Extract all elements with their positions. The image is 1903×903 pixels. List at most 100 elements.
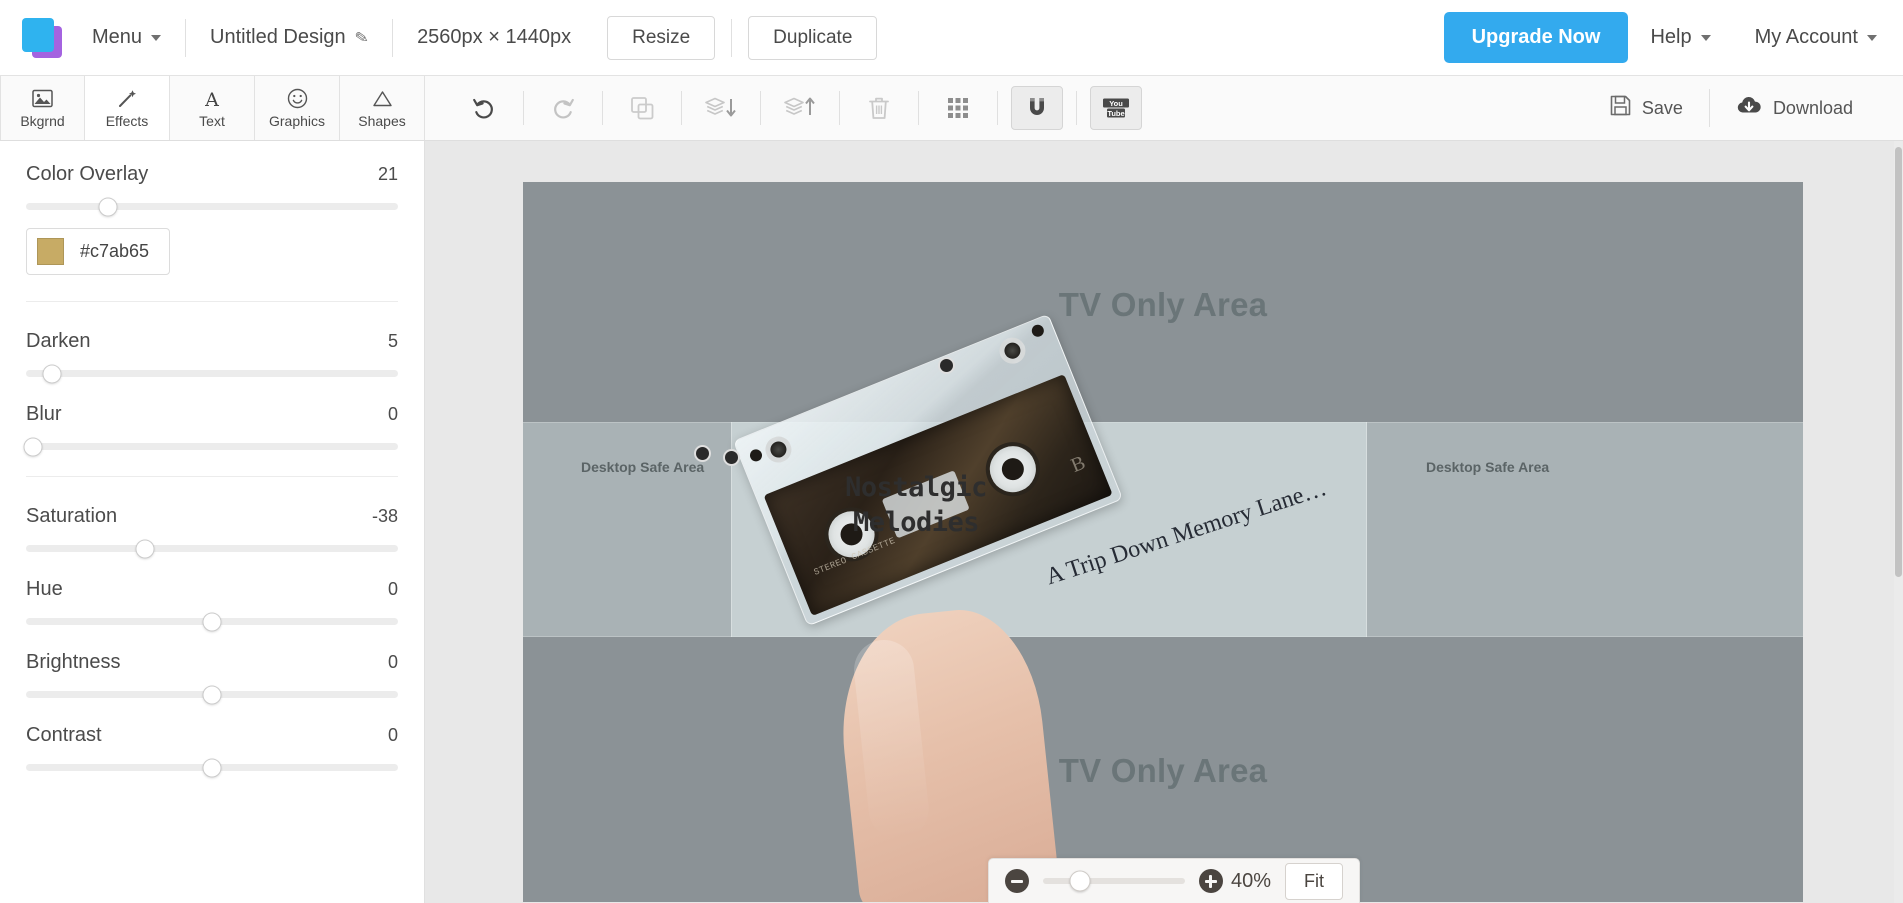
design-heading-line2: Melodies (852, 506, 980, 538)
floppy-disk-icon (1610, 95, 1631, 121)
divider (523, 91, 524, 125)
svg-text:Tube: Tube (1107, 109, 1124, 118)
selection-handle-top-right[interactable] (938, 357, 955, 374)
control-header: Color Overlay 21 (26, 163, 398, 186)
slider-knob[interactable] (202, 758, 222, 777)
slider-control-hue: Hue 0 (26, 578, 398, 631)
slider-knob[interactable] (98, 197, 118, 216)
desktop-safe-area-label-right: Desktop Safe Area (1426, 459, 1550, 475)
magnet-snap-button[interactable] (1011, 86, 1063, 130)
slider-knob[interactable] (23, 437, 43, 456)
panel-divider (26, 301, 398, 302)
tab-label: Shapes (358, 112, 406, 129)
tv-only-area-label-bottom: TV Only Area (1058, 752, 1268, 789)
control-label: Brightness (26, 651, 121, 673)
control-header: Darken 5 (26, 330, 398, 353)
slider-knob[interactable] (202, 685, 222, 704)
tool-group: You Tube (449, 76, 1151, 140)
tab-effects[interactable]: Effects (85, 76, 170, 140)
save-button[interactable]: Save (1586, 95, 1707, 121)
tab-bkgrnd[interactable]: Bkgrnd (0, 76, 85, 140)
canvas-workspace[interactable]: TV Only Area Desktop Safe Area Desktop S… (425, 141, 1903, 903)
cassette-side-letter: B (1067, 451, 1089, 478)
help-button[interactable]: Help (1628, 0, 1732, 76)
color-swatch-field[interactable]: #c7ab65 (26, 228, 171, 275)
magic-wand-icon (117, 88, 138, 110)
duplicate-button[interactable]: Duplicate (748, 15, 878, 60)
panel-divider (26, 476, 398, 477)
divider (997, 91, 998, 125)
design-title-button[interactable]: Untitled Design ✎ (188, 0, 390, 76)
tab-shapes[interactable]: Shapes (340, 76, 425, 140)
save-label: Save (1641, 97, 1683, 118)
send-backward-button[interactable] (695, 86, 747, 130)
slider-knob[interactable] (202, 612, 222, 631)
app-logo-icon[interactable] (18, 16, 70, 60)
selection-handle-left[interactable] (694, 445, 711, 462)
svg-text:You: You (1109, 99, 1123, 108)
my-account-button[interactable]: My Account (1733, 0, 1903, 76)
photo-layer-cassette[interactable]: STEREO CASSETTE B (694, 282, 1138, 902)
youtube-preview-button[interactable]: You Tube (1090, 86, 1142, 130)
help-label: Help (1650, 26, 1692, 48)
slider-track[interactable] (26, 612, 398, 631)
design-heading-text[interactable]: Nostalgic Melodies (791, 471, 1041, 540)
tab-label: Graphics (268, 112, 326, 129)
chevron-down-icon (1867, 34, 1877, 41)
effects-panel: Color Overlay 21 #c7ab65 Darken 5 Blur 0 Sat… (0, 141, 425, 903)
tv-only-area-label-top: TV Only Area (1058, 286, 1268, 323)
selection-handle-rotate[interactable] (723, 449, 740, 466)
upgrade-now-button[interactable]: Upgrade Now (1443, 12, 1629, 63)
menu-button[interactable]: Menu (70, 0, 183, 76)
pencil-icon[interactable]: ✎ (353, 26, 370, 48)
divider (681, 91, 682, 125)
tab-text[interactable]: A Text (170, 76, 255, 140)
scrollbar-thumb[interactable] (1895, 147, 1902, 577)
redo-button[interactable] (537, 86, 589, 130)
divider (1076, 91, 1077, 125)
download-button[interactable]: Download (1712, 95, 1877, 121)
tab-label: Text (199, 112, 225, 129)
slider-knob[interactable] (135, 539, 155, 558)
delete-button[interactable] (853, 86, 905, 130)
editor-toolbar: Bkgrnd Effects A Text Graphics Shapes Yo… (0, 76, 1903, 141)
logo-front-square (22, 17, 54, 52)
bring-forward-button[interactable] (774, 86, 826, 130)
zoom-in-icon[interactable] (1198, 869, 1223, 893)
duplicate-layer-button[interactable] (616, 86, 668, 130)
desktop-safe-area-label-left: Desktop Safe Area (581, 459, 705, 475)
design-canvas[interactable]: TV Only Area Desktop Safe Area Desktop S… (523, 182, 1803, 902)
slider-knob[interactable] (42, 364, 62, 383)
zoom-slider-knob[interactable] (1069, 870, 1091, 892)
divider (918, 91, 919, 125)
tab-graphics[interactable]: Graphics (255, 76, 340, 140)
divider (760, 91, 761, 125)
slider-track[interactable] (26, 758, 398, 777)
slider-track[interactable] (26, 685, 398, 704)
slider-track[interactable] (23, 437, 398, 456)
slider-track[interactable] (26, 539, 398, 558)
adjustment-sliders: Darken 5 Blur 0 Saturation -38 Hue 0 Brightness 0… (23, 330, 398, 777)
zoom-out-icon[interactable] (1005, 869, 1029, 893)
divider (602, 91, 603, 125)
zoom-slider[interactable] (1043, 870, 1185, 892)
slider-track[interactable] (26, 364, 398, 383)
color-overlay-control: Color Overlay 21 #c7ab65 (26, 163, 398, 275)
slider-control-brightness: Brightness 0 (26, 651, 398, 704)
slider-control-blur: Blur 0 (23, 403, 398, 456)
resize-button[interactable]: Resize (607, 15, 716, 60)
divider (392, 18, 394, 57)
control-label: Darken (26, 330, 91, 352)
control-label: Color Overlay (26, 163, 149, 185)
color-overlay-slider[interactable] (26, 197, 398, 216)
workspace-scrollbar[interactable] (1894, 141, 1903, 903)
tab-label: Effects (105, 112, 149, 129)
toolbar-right-actions: Save Download (1586, 76, 1903, 140)
control-value: 0 (387, 725, 398, 745)
color-swatch[interactable] (37, 238, 64, 265)
grid-button[interactable] (932, 86, 984, 130)
undo-button[interactable] (458, 86, 510, 130)
zoom-control-bar: 40% Fit (988, 858, 1360, 903)
zoom-fit-button[interactable]: Fit (1285, 862, 1343, 900)
slider-control-darken: Darken 5 (26, 330, 398, 383)
